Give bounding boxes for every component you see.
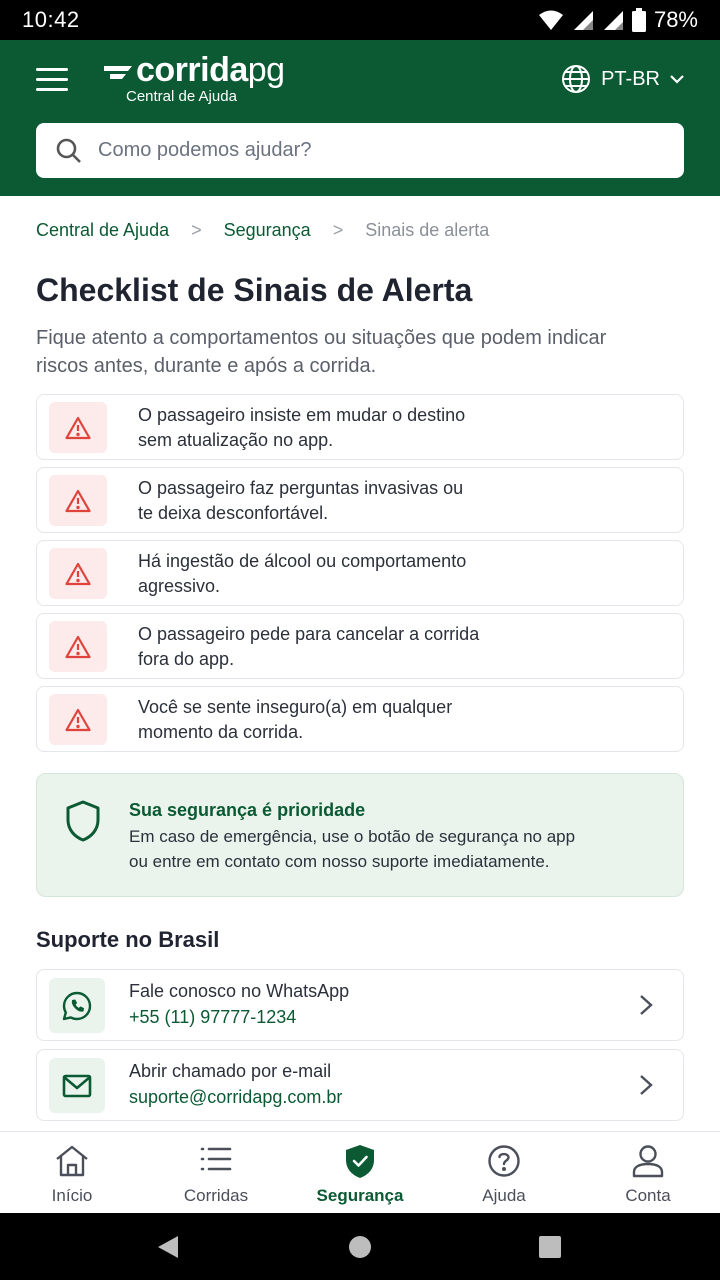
alert-item: Há ingestão de álcool ou comportamento ag…: [36, 540, 684, 606]
support-section-title: Suporte no Brasil: [36, 927, 220, 952]
warning-triangle-icon: [65, 708, 91, 731]
battery-level: 78%: [653, 7, 698, 32]
alert-icon-box: [49, 621, 107, 672]
alert-item: Você se sente inseguro(a) em qualquer mom…: [36, 686, 684, 752]
brand-logo: corridapg Central de Ajuda: [102, 50, 285, 105]
whatsapp-number: +55 (11) 97777-1234: [129, 1007, 297, 1027]
alert-icon-box: [49, 402, 107, 453]
alert-item: O passageiro pede para cancelar a corrid…: [36, 613, 684, 679]
safety-message: Em caso de emergência, use o botão de se…: [129, 827, 576, 871]
help-circle-icon: [488, 1145, 520, 1177]
support-icon-box: [49, 1058, 105, 1113]
alert-text: Você se sente inseguro(a) em qualquer mom…: [138, 697, 453, 742]
chevron-down-icon: [670, 75, 684, 84]
language-selector[interactable]: PT-BR: [561, 64, 684, 94]
status-icons: 78%: [538, 7, 698, 33]
alert-text: Há ingestão de álcool ou comportamento ag…: [138, 551, 467, 596]
wifi-icon: [538, 10, 563, 30]
page-intro: Fique atento a comportamentos ou situaçõ…: [36, 327, 607, 377]
mail-icon: [62, 1074, 92, 1097]
chevron-right-icon: [640, 995, 653, 1015]
nav-item-security[interactable]: Segurança: [288, 1132, 432, 1214]
home-circle-icon[interactable]: [348, 1235, 372, 1259]
email-address: suporte@corridapg.com.br: [129, 1087, 343, 1107]
nav-item-account[interactable]: Conta: [576, 1132, 720, 1214]
safety-priority-card: Sua segurança é prioridade Em caso de em…: [36, 773, 684, 897]
nav-label-account: Conta: [625, 1186, 671, 1205]
alert-text: O passageiro insiste em mudar o destino s…: [138, 405, 466, 450]
nav-item-help[interactable]: Ajuda: [432, 1132, 576, 1214]
alert-item: O passageiro insiste em mudar o destino s…: [36, 394, 684, 460]
alert-icon-box: [49, 694, 107, 745]
shield-icon: [66, 800, 100, 842]
alert-icon-box: [49, 548, 107, 599]
nav-label-help: Ajuda: [482, 1186, 526, 1205]
alert-text: O passageiro pede para cancelar a corrid…: [138, 624, 480, 669]
logo-speed-lines-icon: [104, 66, 132, 79]
recents-icon[interactable]: [538, 1235, 562, 1259]
page-title: Checklist de Sinais de Alerta: [36, 272, 473, 308]
whatsapp-icon: [62, 991, 92, 1020]
nav-label-home: Início: [51, 1186, 93, 1205]
signal-icon: [573, 11, 593, 30]
search-icon: [56, 138, 81, 163]
back-icon[interactable]: [156, 1235, 180, 1259]
signal-icon: [603, 11, 623, 30]
alert-icon-box: [49, 475, 107, 526]
email-support-item[interactable]: Abrir chamado por e-mail suporte@corrida…: [36, 1049, 684, 1121]
globe-icon: [562, 65, 591, 93]
warning-triangle-icon: [65, 416, 91, 439]
breadcrumb-separator: >: [332, 220, 344, 240]
nav-item-home[interactable]: Início: [0, 1132, 144, 1214]
shield-check-icon: [346, 1145, 374, 1178]
alert-item: O passageiro faz perguntas invasivas ou t…: [36, 467, 684, 533]
whatsapp-support-item[interactable]: Fale conosco no WhatsApp +55 (11) 97777-…: [36, 969, 684, 1041]
support-icon-box: [49, 978, 105, 1033]
battery-icon: [631, 8, 646, 32]
list-icon: [200, 1147, 232, 1171]
breadcrumb-help-center[interactable]: Central de Ajuda: [36, 220, 169, 241]
system-navigation-bar: [0, 1213, 720, 1280]
warning-triangle-icon: [65, 489, 91, 512]
status-time: 10:42: [22, 7, 80, 32]
nav-label-rides: Corridas: [183, 1186, 249, 1205]
logo-wordmark: corridapg: [136, 51, 285, 89]
search-bar[interactable]: [36, 123, 684, 178]
language-label: PT-BR: [601, 67, 660, 90]
app-header: corridapg Central de Ajuda PT-BR: [0, 40, 720, 196]
nav-item-rides[interactable]: Corridas: [144, 1132, 288, 1214]
alert-text: O passageiro faz perguntas invasivas ou t…: [138, 478, 464, 523]
breadcrumb-current: Sinais de alerta: [365, 220, 490, 240]
whatsapp-label: Fale conosco no WhatsApp: [129, 981, 350, 1001]
search-input[interactable]: [98, 139, 638, 162]
bottom-navigation: Início Corridas Segurança Ajuda Conta: [0, 1131, 720, 1213]
warning-triangle-icon: [65, 562, 91, 585]
breadcrumb: Central de Ajuda > Segurança > Sinais de…: [36, 220, 489, 241]
warning-triangle-icon: [65, 635, 91, 658]
logo-subtitle: Central de Ajuda: [126, 88, 237, 105]
breadcrumb-separator: >: [191, 220, 202, 240]
chevron-right-icon: [640, 1075, 653, 1095]
nav-label-security: Segurança: [316, 1186, 404, 1205]
home-icon: [56, 1145, 88, 1177]
safety-title: Sua segurança é prioridade: [129, 800, 366, 820]
alert-checklist: O passageiro insiste em mudar o destino s…: [36, 394, 684, 759]
menu-button[interactable]: [36, 66, 70, 94]
status-bar: 10:42 78%: [0, 0, 720, 40]
email-label: Abrir chamado por e-mail: [129, 1061, 332, 1081]
user-icon: [632, 1145, 664, 1178]
breadcrumb-security[interactable]: Segurança: [224, 220, 311, 241]
